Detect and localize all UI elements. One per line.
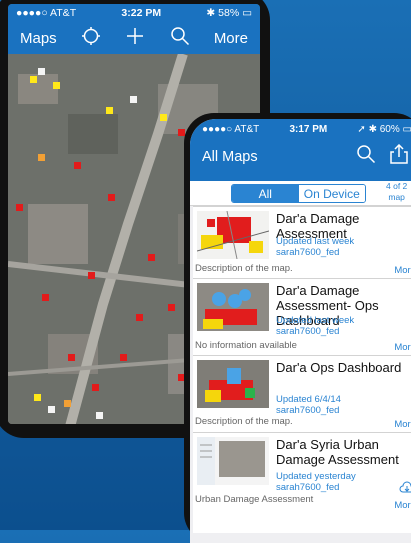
more-button[interactable]: More <box>214 30 248 47</box>
locate-icon[interactable] <box>81 26 101 50</box>
time-text: 3:17 PM <box>289 124 328 135</box>
map-navbar: Maps More <box>8 22 260 54</box>
map-count-line2: map <box>388 192 405 202</box>
map-thumbnail <box>197 360 269 408</box>
map-description: Description of the map. <box>195 416 293 427</box>
list-phone: ●●●●○ AT&T 3:17 PM ➚ ✱ 60% ▭ All Maps Al… <box>184 113 411 543</box>
map-marker[interactable] <box>38 68 45 75</box>
map-list-item[interactable]: Dar'a Ops Dashboard Updated 6/4/14 sarah… <box>193 355 411 432</box>
battery-text: ✱ 58% ▭ <box>206 7 252 19</box>
carrier-text: ●●●●○ AT&T <box>16 7 77 19</box>
map-marker[interactable] <box>53 82 60 89</box>
map-marker[interactable] <box>160 114 167 121</box>
list-navbar: ●●●●○ AT&T 3:17 PM ➚ ✱ 60% ▭ All Maps <box>190 119 411 181</box>
map-header: ●●●●○ AT&T 3:22 PM ✱ 58% ▭ Maps More <box>8 4 260 54</box>
segmented-control: All On Device <box>231 184 366 203</box>
map-thumbnail <box>197 283 269 331</box>
more-link[interactable]: More <box>394 500 411 511</box>
page-title: All Maps <box>202 149 258 165</box>
more-link[interactable]: More <box>394 419 411 430</box>
updated-text: Updated yesterday <box>276 471 356 482</box>
status-bar: ●●●●○ AT&T 3:17 PM ➚ ✱ 60% ▭ <box>190 119 411 135</box>
share-icon[interactable] <box>390 143 408 170</box>
map-marker[interactable] <box>38 154 45 161</box>
map-title: Dar'a Syria Urban Damage Assessment <box>276 437 399 467</box>
map-description: Urban Damage Assessment <box>195 494 314 505</box>
search-icon[interactable] <box>170 26 190 50</box>
owner-text: sarah7600_fed <box>276 326 340 337</box>
map-description: Description of the map. <box>195 263 293 274</box>
battery-percent: 58% <box>218 7 240 19</box>
map-list-item[interactable]: Dar'a Damage Assessment Updated last wee… <box>193 206 411 278</box>
owner-text: sarah7600_fed <box>276 247 340 258</box>
map-marker[interactable] <box>148 254 155 261</box>
map-marker[interactable] <box>168 304 175 311</box>
map-marker[interactable] <box>64 400 71 407</box>
time-text: 3:22 PM <box>121 7 162 19</box>
updated-text: Updated 6/4/14 <box>276 394 341 405</box>
segment-all[interactable]: All <box>232 185 299 202</box>
map-list-item[interactable]: Dar'a Syria Urban Damage Assessment Upda… <box>193 432 411 533</box>
map-list-item[interactable]: Dar'a Damage Assessment- Ops Dashboard U… <box>193 278 411 355</box>
map-marker[interactable] <box>92 384 99 391</box>
battery-percent: 60% <box>379 124 400 135</box>
more-link[interactable]: More <box>394 265 411 276</box>
search-icon[interactable] <box>356 144 376 170</box>
map-title: Dar'a Ops Dashboard <box>276 360 402 375</box>
map-marker[interactable] <box>120 354 127 361</box>
status-bar: ●●●●○ AT&T 3:22 PM ✱ 58% ▭ <box>8 4 260 22</box>
more-link[interactable]: More <box>394 342 411 353</box>
map-marker[interactable] <box>106 107 113 114</box>
download-icon[interactable] <box>399 479 411 500</box>
map-marker[interactable] <box>42 294 49 301</box>
map-marker[interactable] <box>136 314 143 321</box>
map-marker[interactable] <box>34 394 41 401</box>
map-marker[interactable] <box>88 272 95 279</box>
map-thumbnail <box>197 437 269 485</box>
map-description: No information available <box>195 340 297 351</box>
segment-on-device[interactable]: On Device <box>298 185 365 202</box>
updated-text: Updated last week <box>276 236 355 247</box>
map-thumbnail <box>197 211 269 259</box>
list-screen: ●●●●○ AT&T 3:17 PM ➚ ✱ 60% ▭ All Maps Al… <box>190 119 411 543</box>
map-marker[interactable] <box>16 204 23 211</box>
updated-text: Updated last week <box>276 315 355 326</box>
map-count: 4 of 2 map <box>386 181 407 203</box>
carrier-text: ●●●●○ AT&T <box>202 124 260 135</box>
add-icon[interactable] <box>125 26 145 50</box>
owner-text: sarah7600_fed <box>276 482 340 493</box>
map-marker[interactable] <box>96 412 103 419</box>
map-marker[interactable] <box>30 76 37 83</box>
map-marker[interactable] <box>68 354 75 361</box>
map-marker[interactable] <box>74 162 81 169</box>
maps-button[interactable]: Maps <box>20 30 57 47</box>
map-marker[interactable] <box>108 194 115 201</box>
owner-text: sarah7600_fed <box>276 405 340 416</box>
map-count-line1: 4 of 2 <box>386 181 408 191</box>
battery-text: ➚ ✱ 60% ▭ <box>357 124 411 135</box>
map-marker[interactable] <box>48 406 55 413</box>
map-marker[interactable] <box>130 96 137 103</box>
segment-bar: All On Device 4 of 2 map <box>190 181 411 206</box>
